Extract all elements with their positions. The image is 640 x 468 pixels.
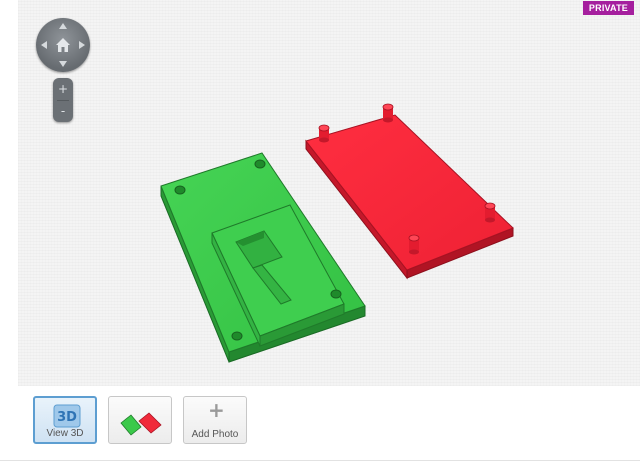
- peg: [318, 124, 330, 143]
- add-photo-button[interactable]: + Add Photo: [183, 396, 247, 444]
- 3d-label: 3D: [57, 410, 77, 425]
- thumbnail-bar: 3D View 3D + Add Photo: [18, 386, 640, 468]
- model-preview-icon: [120, 412, 162, 436]
- model-scene[interactable]: [0, 0, 640, 386]
- view-3d-button[interactable]: 3D View 3D: [33, 396, 97, 444]
- model-preview-thumbnail[interactable]: [108, 396, 172, 444]
- peg: [382, 103, 394, 123]
- peg: [408, 234, 420, 255]
- bottom-divider: [0, 460, 640, 461]
- 3d-view-icon: 3D: [53, 404, 81, 428]
- peg: [484, 202, 496, 223]
- view-3d-label: View 3D: [46, 428, 84, 439]
- add-photo-label: Add Photo: [191, 429, 239, 440]
- plus-icon: +: [208, 398, 225, 422]
- red-lid-part[interactable]: [305, 103, 514, 280]
